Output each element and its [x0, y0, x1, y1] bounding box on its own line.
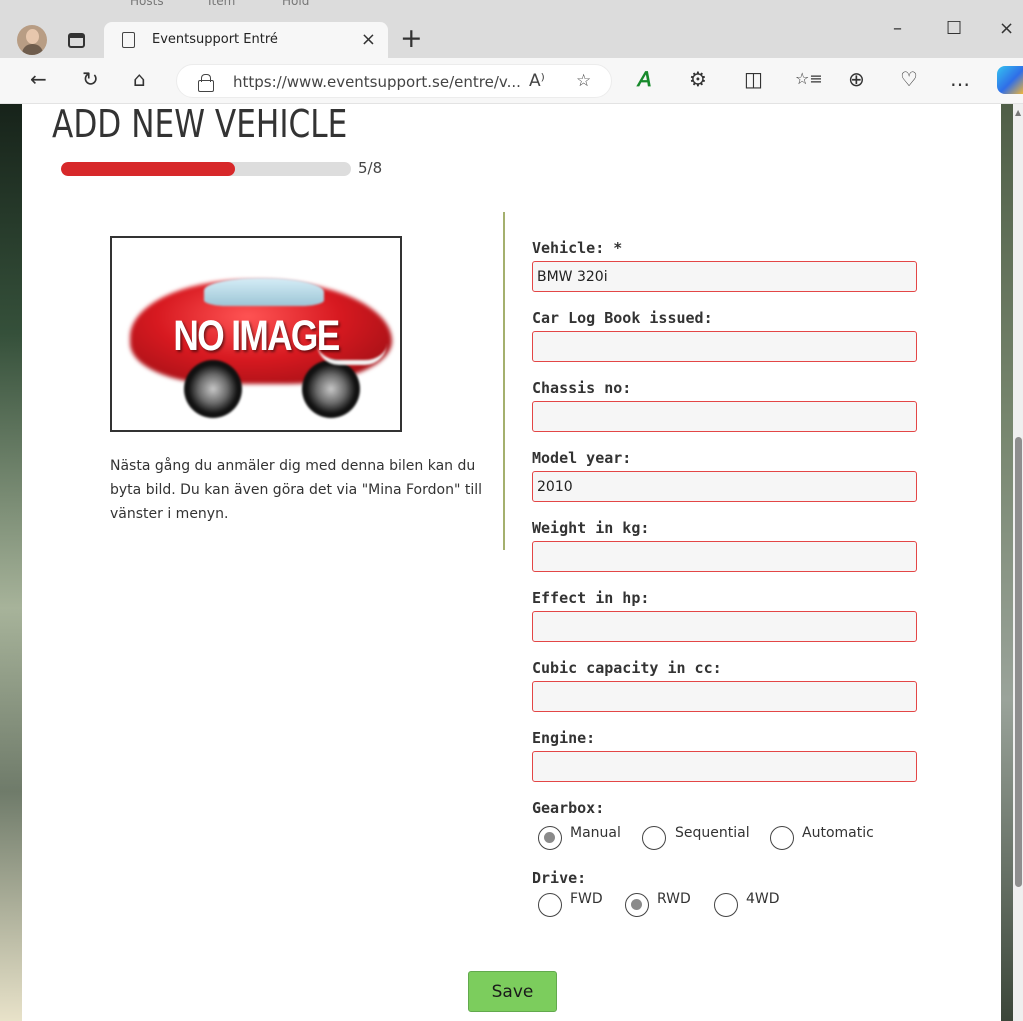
split-screen-icon[interactable]: ◫ [744, 68, 763, 90]
effect-label: Effect in hp: [532, 589, 650, 607]
progress-label: 5/8 [358, 159, 383, 177]
gearbox-option-automatic-radio[interactable] [770, 826, 794, 850]
car-log-book-label: Car Log Book issued: [532, 309, 713, 327]
copilot-icon[interactable] [997, 66, 1023, 94]
save-button[interactable]: Save [468, 971, 557, 1012]
gearbox-option-label[interactable]: Sequential [675, 825, 750, 841]
minimize-icon[interactable]: – [893, 18, 902, 39]
gearbox-option-label[interactable]: Manual [570, 825, 621, 841]
extension-icon[interactable]: 𝘈 [638, 68, 652, 90]
gearbox-option-label[interactable]: Automatic [802, 825, 874, 841]
tab-title: Eventsupport Entré [152, 32, 278, 47]
browser-toolbar: ← ↻ ⌂ https://www.eventsupport.se/entre/… [0, 58, 1023, 104]
ghost-tab-text: Hold [282, 0, 310, 8]
vehicle-image-placeholder: NO IMAGE [110, 236, 402, 432]
favorites-icon[interactable]: ☆≡ [795, 68, 823, 90]
drive-option-rwd-radio[interactable] [625, 893, 649, 917]
close-tab-icon[interactable]: × [361, 29, 376, 50]
car-log-book-input[interactable] [532, 331, 917, 362]
page-icon [122, 32, 135, 48]
gearbox-option-manual-radio[interactable] [538, 826, 562, 850]
tab-actions-icon[interactable] [68, 33, 85, 48]
progress-bar [61, 162, 351, 176]
model-year-label: Model year: [532, 449, 632, 467]
read-aloud-icon[interactable]: A⁾ [529, 71, 545, 91]
favorite-star-icon[interactable]: ☆ [576, 71, 591, 91]
car-image-window [204, 278, 324, 306]
drive-option-fwd-radio[interactable] [538, 893, 562, 917]
chassis-no-label: Chassis no: [532, 379, 632, 397]
progress-fill [61, 162, 235, 176]
new-tab-icon[interactable]: + [400, 25, 423, 52]
cubic-capacity-input[interactable] [532, 681, 917, 712]
maximize-icon[interactable]: ☐ [946, 18, 962, 39]
drive-option-4wd-radio[interactable] [714, 893, 738, 917]
extensions-puzzle-icon[interactable]: ⚙ [689, 68, 707, 90]
page-content: ADD NEW VEHICLE 5/8 NO IMAGE Nästa gång … [22, 102, 1001, 1021]
home-icon[interactable]: ⌂ [133, 68, 146, 90]
scroll-up-arrow-icon[interactable]: ▲ [1015, 108, 1021, 117]
page-title: ADD NEW VEHICLE [52, 102, 348, 146]
browser-tab[interactable]: Eventsupport Entré × [104, 22, 388, 58]
car-image-wheel [302, 360, 360, 418]
ghost-tab-text: Hosts [130, 0, 164, 8]
scrollbar-thumb[interactable] [1015, 437, 1022, 887]
engine-label: Engine: [532, 729, 596, 747]
address-bar[interactable]: https://www.eventsupport.se/entre/v... A… [176, 64, 612, 98]
vehicle-label: Vehicle: * [532, 239, 623, 257]
browser-tab-bar: Hosts Item Hold Eventsupport Entré × + –… [0, 0, 1023, 58]
profile-avatar-icon[interactable] [17, 25, 47, 55]
lock-icon[interactable] [198, 74, 214, 92]
effect-input[interactable] [532, 611, 917, 642]
cubic-capacity-label: Cubic capacity in cc: [532, 659, 722, 677]
page-background-left [0, 104, 22, 1021]
more-options-icon[interactable]: … [950, 68, 970, 90]
no-image-text: NO IMAGE [173, 312, 340, 360]
model-year-input[interactable] [532, 471, 917, 502]
drive-label: Drive: [532, 869, 587, 887]
chassis-no-input[interactable] [532, 401, 917, 432]
column-divider [503, 212, 505, 550]
ghost-tab-text: Item [208, 0, 236, 8]
engine-input[interactable] [532, 751, 917, 782]
browser-essentials-icon[interactable]: ♡ [900, 68, 918, 90]
refresh-icon[interactable]: ↻ [82, 68, 99, 90]
weight-input[interactable] [532, 541, 917, 572]
vehicle-input[interactable] [532, 261, 917, 292]
car-image-wheel [184, 360, 242, 418]
weight-label: Weight in kg: [532, 519, 650, 537]
drive-option-label[interactable]: FWD [570, 891, 603, 907]
window-close-icon[interactable]: × [999, 18, 1014, 39]
collections-icon[interactable]: ⊕ [848, 68, 865, 90]
gearbox-option-sequential-radio[interactable] [642, 826, 666, 850]
drive-option-label[interactable]: RWD [657, 891, 691, 907]
drive-option-label[interactable]: 4WD [746, 891, 780, 907]
back-icon[interactable]: ← [30, 68, 47, 90]
change-image-note: Nästa gång du anmäler dig med denna bile… [110, 458, 483, 522]
gearbox-label: Gearbox: [532, 799, 605, 817]
url-text[interactable]: https://www.eventsupport.se/entre/v... [233, 73, 521, 91]
